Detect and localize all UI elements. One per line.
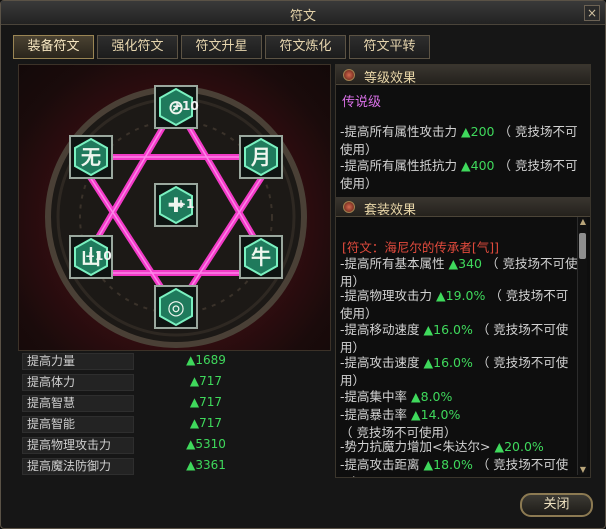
rune-glyph: 牛 [251,245,271,269]
effect-line: -提高所有属性抵抗力 ▲400 （ 竞技场不可使用） [340,157,580,193]
rarity-tier: 传说级 [342,95,382,110]
tab-refine-rune[interactable]: 符文炼化 [265,35,346,59]
effect-text: -提高攻击速度 [340,355,420,370]
effect-text: -提高所有属性攻击力 [340,124,458,139]
effect-value: ▲8.0% [411,389,453,404]
effect-text: -提高所有基本属性 [340,256,445,271]
tab-equip-rune[interactable]: 装备符文 [13,35,94,59]
effects-panel: 等级效果 传说级 -提高所有属性攻击力 ▲200 （ 竞技场不可使用） -提高所… [335,64,591,478]
scroll-down-icon[interactable]: ▼ [578,465,588,475]
rune-glyph: 无 [81,145,101,169]
stat-row: 提高物理攻击力 ▲5310 [18,437,331,454]
rune-slot-top[interactable]: ⊘ +10 [154,85,199,129]
scroll-thumb[interactable] [579,233,586,259]
effect-text: -提高移动速度 [340,322,420,337]
effect-line: -提高物理攻击力 ▲19.0% （ 竞技场不可使用） [340,287,580,323]
rune-slot-upper-right[interactable]: 月 [239,135,283,179]
stat-value: ▲717 [189,374,223,388]
stat-label: 提高体力 [22,374,134,391]
set-effect-header: 套装效果 [336,197,590,218]
stat-value: ▲717 [189,416,223,430]
effect-value: ▲400 [461,158,495,173]
stat-row: 提高力量 ▲1689 [18,353,331,370]
rune-slot-lower-left[interactable]: 山 +10 [69,235,113,279]
stat-row: 提高智慧 ▲717 [18,395,331,412]
rune-circle-panel: ⊘ +10 无 月 ✚ +1 山 +10 牛 ◎ [18,64,331,351]
effect-line: -提高所有基本属性 ▲340 （ 竞技场不可使用） [340,255,580,291]
tab-enhance-rune[interactable]: 强化符文 [97,35,178,59]
rune-level: +10 [172,99,199,113]
effect-value: ▲14.0% [411,407,461,422]
effect-text: -提高物理攻击力 [340,288,433,303]
effect-line: -提高移动速度 ▲16.0% （ 竞技场不可使用） [340,321,580,357]
stat-row: 提高智能 ▲717 [18,416,331,433]
rune-orb-icon [343,69,355,81]
stat-label: 提高智能 [22,416,134,433]
close-icon[interactable]: × [584,5,600,21]
effect-value: ▲340 [448,256,482,271]
effect-text: -提高攻击距离 [340,457,420,472]
tab-transfer-rune[interactable]: 符文平转 [349,35,430,59]
stat-value: ▲717 [189,395,223,409]
set-effect-scrollbar[interactable]: ▲ ▼ [577,217,587,475]
rune-glyph: ◎ [167,295,185,319]
rune-orb-icon [343,201,355,213]
effect-line: -提高集中率 ▲8.0% [340,388,580,406]
stat-value: ▲5310 [186,437,226,451]
rune-window: 符文 × 装备符文 强化符文 符文升星 符文炼化 符文平转 ⊘ +10 无 月 … [0,0,606,529]
stat-label: 提高智慧 [22,395,134,412]
close-button[interactable]: 关闭 [520,493,593,517]
stat-value: ▲3361 [186,458,226,472]
effect-line: -势力抗魔力增加<朱达尔> ▲20.0% [340,438,580,456]
effect-value: ▲18.0% [423,457,473,472]
rune-slot-lower-right[interactable]: 牛 [239,235,283,279]
rune-slot-center[interactable]: ✚ +1 [154,183,198,227]
effect-line: -提高所有属性攻击力 ▲200 （ 竞技场不可使用） [340,123,580,159]
window-title: 符文 [289,9,316,24]
stat-label: 提高物理攻击力 [22,437,134,454]
stat-value: ▲1689 [186,353,226,367]
effect-value: ▲16.0% [423,322,473,337]
stat-row: 提高体力 ▲717 [18,374,331,391]
effect-text: -提高集中率 [340,389,408,404]
effect-text: -提高所有属性抵抗力 [340,158,458,173]
grade-effect-header: 等级效果 [336,65,590,86]
effect-value: ▲19.0% [436,288,486,303]
section-title: 套装效果 [364,203,417,218]
effect-line: -提高攻击距离 ▲18.0% （ 竞技场不可使用） [340,456,580,477]
set-name: [符文：海尼尔的传承者[气]] [342,240,500,255]
stat-label: 提高魔法防御力 [22,458,134,475]
rune-slot-upper-left[interactable]: 无 [69,135,113,179]
effect-value: ▲20.0% [494,439,544,454]
section-title: 等级效果 [364,71,417,86]
rune-level: +10 [85,249,112,263]
effect-line: -提高攻击速度 ▲16.0% （ 竞技场不可使用） [340,354,580,390]
effect-line: -提高暴击率 ▲14.0% （ 竞技场不可使用） [340,406,580,442]
stat-row: 提高魔法防御力 ▲3361 [18,458,331,475]
rune-slot-bottom[interactable]: ◎ [154,285,198,329]
tab-star-up-rune[interactable]: 符文升星 [181,35,262,59]
rune-level: +1 [176,197,195,211]
scroll-up-icon[interactable]: ▲ [578,217,588,227]
effect-value: ▲16.0% [423,355,473,370]
effect-text: -势力抗魔力增加<朱达尔> [340,439,491,454]
effect-text: -提高暴击率 [340,407,408,422]
title-bar[interactable]: 符文 × [1,1,605,25]
effect-value: ▲200 [461,124,495,139]
stat-label: 提高力量 [22,353,134,370]
rune-glyph: 月 [251,145,271,169]
